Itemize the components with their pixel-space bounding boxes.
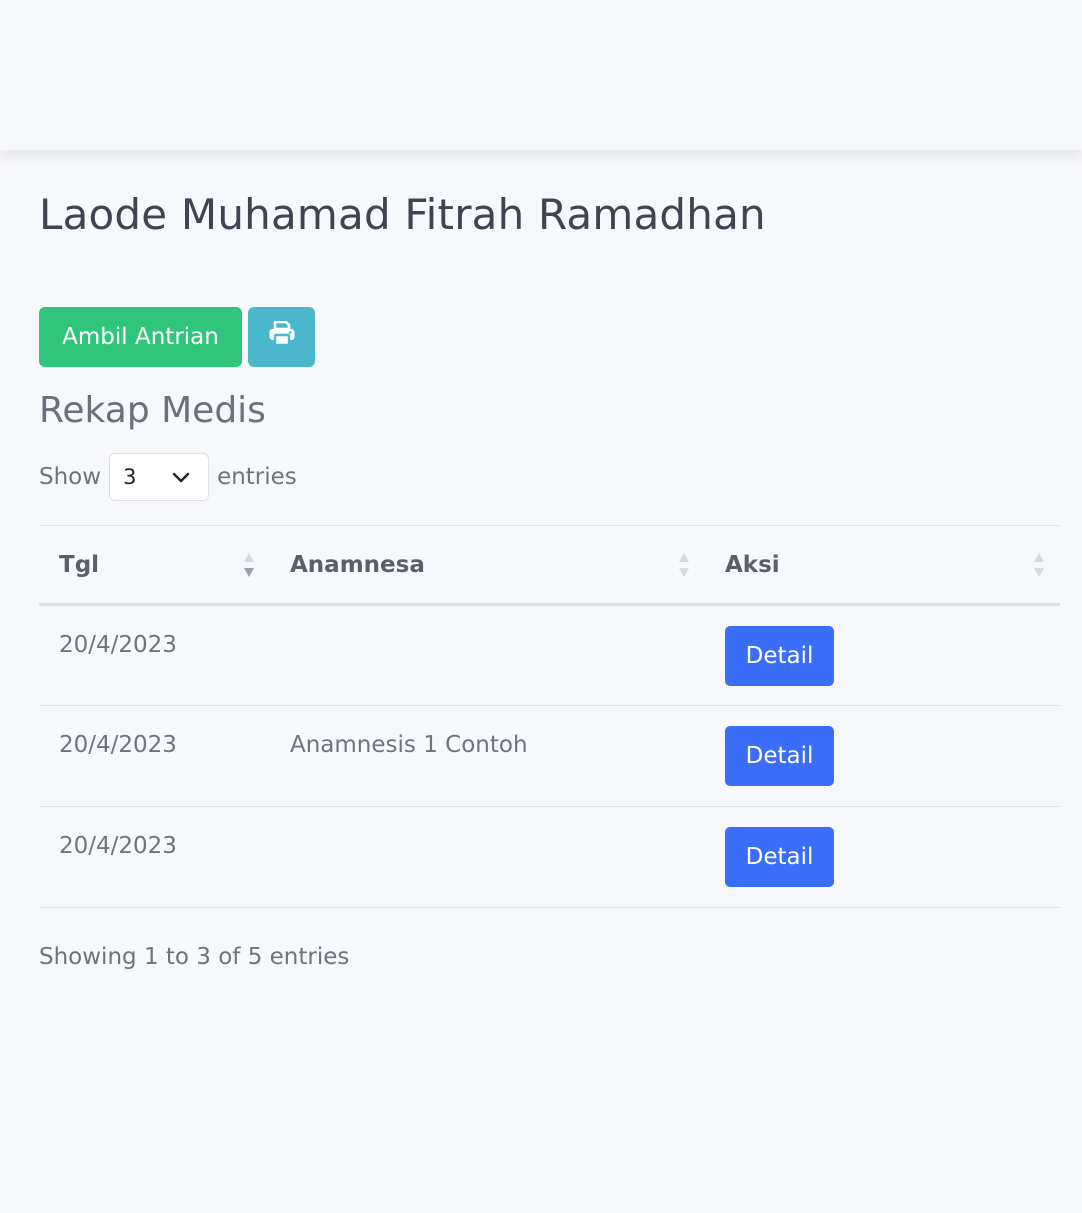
column-label: Anamnesa (290, 551, 425, 578)
rekap-medis-table: Tgl Anamnesa Aksi 20/4/2023 Detail 20/4/… (39, 525, 1060, 908)
table-info: Showing 1 to 3 of 5 entries (39, 944, 350, 970)
cell-tgl: 20/4/2023 (39, 806, 270, 908)
sort-icon (679, 552, 689, 577)
table-row: 20/4/2023 Detail (39, 806, 1060, 908)
show-label: Show (39, 464, 102, 490)
cell-anamnesa: Anamnesis 1 Contoh (270, 705, 705, 807)
table-row: 20/4/2023 Anamnesis 1 Contoh Detail (39, 705, 1060, 807)
cell-tgl: 20/4/2023 (39, 705, 270, 807)
chevron-down-icon (172, 465, 190, 489)
cell-anamnesa (270, 604, 705, 706)
patient-name: Laode Muhamad Fitrah Ramadhan (39, 190, 766, 239)
print-button[interactable] (248, 307, 315, 367)
cell-aksi: Detail (705, 806, 1060, 908)
detail-button[interactable]: Detail (725, 726, 834, 786)
column-header-anamnesa[interactable]: Anamnesa (270, 525, 705, 606)
column-header-aksi[interactable]: Aksi (705, 525, 1060, 606)
cell-tgl: 20/4/2023 (39, 604, 270, 706)
action-buttons: Ambil Antrian (39, 307, 315, 367)
sort-icon (1034, 552, 1044, 577)
detail-button[interactable]: Detail (725, 827, 834, 887)
entries-length-control: Show 3 entries (39, 453, 297, 501)
section-title: Rekap Medis (39, 390, 266, 431)
column-label: Tgl (59, 551, 100, 578)
cell-aksi: Detail (705, 705, 1060, 807)
cell-anamnesa (270, 806, 705, 908)
entries-label: entries (217, 464, 297, 490)
cell-aksi: Detail (705, 604, 1060, 706)
sort-descending-icon (244, 552, 254, 577)
entries-select-value: 3 (123, 465, 137, 489)
detail-button[interactable]: Detail (725, 626, 834, 686)
column-header-tgl[interactable]: Tgl (39, 525, 270, 606)
print-icon (268, 320, 296, 353)
ambil-antrian-button[interactable]: Ambil Antrian (39, 307, 242, 367)
top-navbar (0, 0, 1082, 150)
column-label: Aksi (725, 551, 780, 578)
table-header-row: Tgl Anamnesa Aksi (39, 525, 1060, 606)
table-row: 20/4/2023 Detail (39, 604, 1060, 706)
entries-select[interactable]: 3 (109, 453, 210, 501)
